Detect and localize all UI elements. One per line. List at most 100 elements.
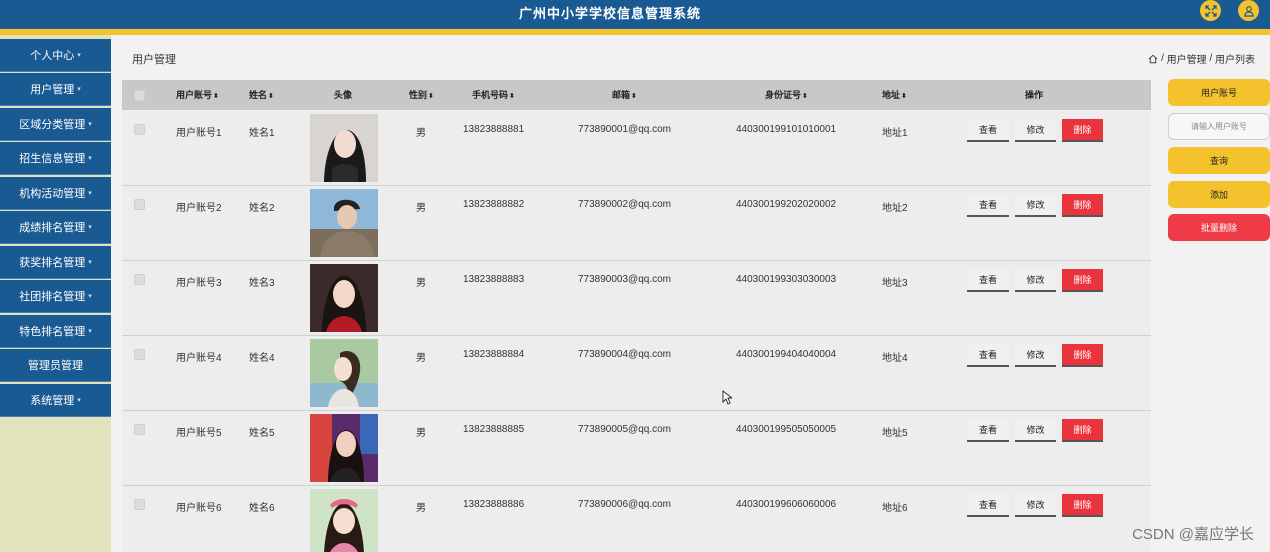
sidebar: 个人中心 ▾ 用户管理 ▾ 区域分类管理 ▾ 招生信息管理 ▾ 机构活动管理 ▾ 成绩排名… — [0, 35, 111, 552]
mouse-cursor-icon — [722, 390, 732, 405]
sidebar-item-enrollment-info[interactable]: 招生信息管理 ▾ — [0, 142, 111, 175]
view-button[interactable]: 查看 — [967, 344, 1009, 367]
fullscreen-button[interactable] — [1200, 0, 1221, 21]
column-header-id-card[interactable]: 身份证号⬍ — [765, 80, 808, 110]
edit-button[interactable]: 修改 — [1015, 119, 1056, 142]
cell-name: 姓名3 — [249, 278, 275, 289]
chevron-down-icon: ▾ — [77, 52, 81, 59]
sidebar-item-label: 个人中心 — [30, 50, 75, 62]
sidebar-item-feature-ranking[interactable]: 特色排名管理 ▾ — [0, 315, 111, 348]
cell-name: 姓名2 — [249, 203, 275, 214]
chevron-down-icon: ▾ — [77, 397, 81, 404]
batch-delete-button[interactable]: 批量删除 — [1168, 214, 1270, 241]
cell-address: 地址3 — [882, 278, 908, 289]
avatar — [310, 264, 378, 332]
column-header-phone[interactable]: 手机号码⬍ — [472, 80, 515, 110]
breadcrumb-user-management[interactable]: 用户管理 — [1167, 51, 1207, 66]
avatar — [310, 339, 378, 407]
delete-button[interactable]: 删除 — [1062, 269, 1103, 292]
row-checkbox[interactable] — [134, 274, 145, 285]
cell-id-card: 440300199606060006 — [736, 499, 837, 510]
cell-account: 用户账号4 — [176, 353, 222, 364]
select-all-checkbox[interactable] — [134, 90, 145, 101]
view-button[interactable]: 查看 — [967, 194, 1009, 217]
row-checkbox[interactable] — [134, 124, 145, 135]
watermark: CSDN @嘉应学长 — [1132, 526, 1254, 543]
view-button[interactable]: 查看 — [967, 494, 1009, 517]
row-checkbox[interactable] — [134, 424, 145, 435]
edit-button[interactable]: 修改 — [1015, 344, 1056, 367]
view-button[interactable]: 查看 — [967, 119, 1009, 142]
edit-button[interactable]: 修改 — [1015, 419, 1056, 442]
delete-button[interactable]: 删除 — [1062, 119, 1103, 142]
search-field-label: 用户账号 — [1168, 79, 1270, 106]
table-row: 用户账号3 姓名3 男 13823888883 773890003@qq.com… — [122, 261, 1151, 336]
app-title: 广州中小学学校信息管理系统 — [518, 6, 701, 21]
view-button[interactable]: 查看 — [967, 419, 1009, 442]
chevron-down-icon: ▾ — [88, 293, 92, 300]
edit-button[interactable]: 修改 — [1015, 269, 1056, 292]
cell-address: 地址1 — [882, 128, 908, 139]
breadcrumb-separator: / — [1209, 53, 1213, 64]
search-input[interactable] — [1168, 113, 1270, 140]
sidebar-item-personal-center[interactable]: 个人中心 ▾ — [0, 39, 111, 72]
cell-email: 773890004@qq.com — [578, 349, 671, 360]
cell-account: 用户账号1 — [176, 128, 222, 139]
cell-id-card: 440300199101010001 — [736, 124, 837, 135]
cell-phone: 13823888886 — [463, 499, 525, 510]
column-header-name[interactable]: 姓名⬍ — [249, 80, 274, 110]
column-header-account[interactable]: 用户账号⬍ — [176, 80, 219, 110]
sidebar-item-label: 系统管理 — [30, 395, 75, 407]
sidebar-item-region-category[interactable]: 区域分类管理 ▾ — [0, 108, 111, 141]
column-label: 姓名 — [249, 90, 268, 100]
delete-button[interactable]: 删除 — [1062, 344, 1103, 367]
sidebar-item-score-ranking[interactable]: 成绩排名管理 ▾ — [0, 211, 111, 244]
avatar — [310, 189, 378, 257]
view-button[interactable]: 查看 — [967, 269, 1009, 292]
cell-gender: 男 — [416, 503, 426, 514]
query-button[interactable]: 查询 — [1168, 147, 1270, 174]
column-label: 邮箱 — [612, 90, 631, 100]
row-checkbox[interactable] — [134, 499, 145, 510]
column-header-gender[interactable]: 性别⬍ — [409, 80, 434, 110]
sidebar-item-label: 区域分类管理 — [19, 119, 86, 131]
sort-icon: ⬍ — [268, 93, 274, 100]
chevron-down-icon: ▾ — [88, 155, 92, 162]
cell-gender: 男 — [416, 428, 426, 439]
row-checkbox[interactable] — [134, 199, 145, 210]
delete-button[interactable]: 删除 — [1062, 494, 1103, 517]
cell-phone: 13823888883 — [463, 274, 525, 285]
cell-phone: 13823888885 — [463, 424, 525, 435]
column-header-email[interactable]: 邮箱⬍ — [612, 80, 637, 110]
breadcrumb: / 用户管理 / 用户列表 — [1148, 51, 1255, 66]
cell-email: 773890001@qq.com — [578, 124, 671, 135]
sidebar-item-label: 机构活动管理 — [19, 188, 86, 200]
delete-button[interactable]: 删除 — [1062, 419, 1103, 442]
sidebar-item-user-management[interactable]: 用户管理 ▾ — [0, 73, 111, 106]
delete-button[interactable]: 删除 — [1062, 194, 1103, 217]
sidebar-item-institution-activity[interactable]: 机构活动管理 ▾ — [0, 177, 111, 210]
add-button[interactable]: 添加 — [1168, 181, 1270, 208]
sidebar-item-club-ranking[interactable]: 社团排名管理 ▾ — [0, 280, 111, 313]
sidebar-item-system-management[interactable]: 系统管理 ▾ — [0, 384, 111, 417]
user-menu-button[interactable] — [1238, 0, 1259, 21]
sidebar-item-admin-management[interactable]: 管理员管理 — [0, 349, 111, 382]
edit-button[interactable]: 修改 — [1015, 194, 1056, 217]
cell-address: 地址2 — [882, 203, 908, 214]
cell-email: 773890005@qq.com — [578, 424, 671, 435]
table-row: 用户账号5 姓名5 男 13823888885 773890005@qq.com… — [122, 411, 1151, 486]
sidebar-item-award-ranking[interactable]: 获奖排名管理 ▾ — [0, 246, 111, 279]
sidebar-item-label: 成绩排名管理 — [19, 222, 86, 234]
chevron-down-icon: ▾ — [88, 259, 92, 266]
cell-account: 用户账号6 — [176, 503, 222, 514]
column-header-address[interactable]: 地址⬍ — [882, 80, 907, 110]
home-icon[interactable] — [1148, 54, 1158, 64]
column-label: 用户账号 — [176, 90, 213, 100]
cell-account: 用户账号3 — [176, 278, 222, 289]
cell-email: 773890003@qq.com — [578, 274, 671, 285]
row-checkbox[interactable] — [134, 349, 145, 360]
sidebar-item-label: 管理员管理 — [28, 360, 83, 372]
edit-button[interactable]: 修改 — [1015, 494, 1056, 517]
sidebar-item-label: 用户管理 — [30, 84, 75, 96]
table-row: 用户账号4 姓名4 男 13823888884 773890004@qq.com… — [122, 336, 1151, 411]
